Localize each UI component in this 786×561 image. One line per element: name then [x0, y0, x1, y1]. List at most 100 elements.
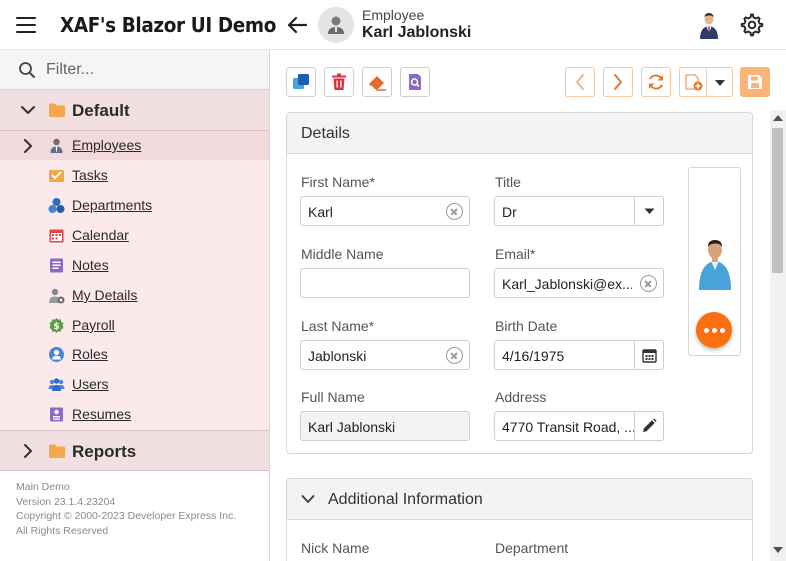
top-bar: XAF's Blazor UI Demo Employee Karl Jablo… [0, 0, 786, 50]
person-icon [328, 16, 344, 34]
first-name-label: First Name* [301, 174, 375, 190]
chevron-down-icon [644, 208, 654, 214]
address-field[interactable]: 4770 Transit Road, ... [494, 411, 664, 441]
reset-icon [369, 76, 386, 91]
main-scrollbar[interactable] [770, 110, 786, 561]
nav-filter-bar [0, 50, 269, 90]
nav-item-list: Employees Tasks Departments Calendar Not… [0, 131, 269, 430]
middle-name-field[interactable] [300, 268, 470, 298]
nav-item-my-details[interactable]: My Details [0, 281, 269, 310]
chevron-right-icon [614, 74, 622, 90]
full-name-field: Karl Jablonski [300, 411, 470, 441]
email-field[interactable]: Karl_Jablonski@ex... [494, 268, 664, 298]
refresh-button[interactable] [641, 67, 671, 97]
full-name-label: Full Name [301, 389, 365, 405]
nav-item-label: Roles [72, 346, 108, 362]
about-line: Copyright © 2000-2023 Developer Express … [16, 510, 237, 522]
save-and-new-button[interactable] [679, 67, 733, 97]
clear-icon[interactable] [446, 347, 463, 364]
last-name-field[interactable]: Jablonski [300, 340, 470, 370]
nav-group-reports[interactable]: Reports [0, 430, 269, 471]
dropdown-button[interactable] [634, 197, 663, 225]
folder-icon [49, 103, 65, 117]
edit-address-button[interactable] [634, 412, 663, 440]
scroll-down-arrow-icon[interactable] [773, 547, 783, 554]
nav-item-roles[interactable]: Roles [0, 340, 269, 369]
nav-group-label: Default [72, 101, 130, 120]
next-record-button[interactable] [603, 67, 633, 97]
nav-group-default[interactable]: Default [0, 90, 269, 131]
hamburger-menu-icon[interactable] [16, 17, 36, 33]
first-name-field[interactable]: Karl [300, 196, 470, 226]
title-label: Title [495, 174, 521, 190]
reset-changes-button[interactable] [362, 67, 392, 97]
nav-filter-input[interactable] [46, 58, 256, 82]
chevron-down-icon [21, 106, 35, 114]
nav-item-calendar[interactable]: Calendar [0, 221, 269, 250]
current-user-avatar[interactable] [697, 11, 721, 39]
preview-button[interactable] [400, 67, 430, 97]
nav-item-label: Notes [72, 257, 109, 273]
nav-group-label: Reports [72, 442, 137, 461]
nav-item-departments[interactable]: Departments [0, 191, 269, 220]
full-name-value: Karl Jablonski [308, 419, 396, 435]
delete-button[interactable] [324, 67, 354, 97]
folder-icon [49, 444, 65, 458]
nav-item-employees[interactable]: Employees [0, 131, 269, 160]
nav-item-users[interactable]: Users [0, 370, 269, 399]
calendar-icon [49, 229, 64, 243]
about-info: Main Demo Version 23.1.4.23204 Copyright… [16, 480, 236, 538]
nav-item-payroll[interactable]: $ Payroll [0, 311, 269, 340]
resumes-icon [50, 407, 63, 422]
save-button[interactable] [740, 67, 770, 97]
settings-gear-icon[interactable] [740, 13, 764, 37]
navigation-sidebar: Default Employees Tasks [0, 50, 270, 561]
notes-icon [50, 258, 63, 273]
about-line: Version 23.1.4.23204 [16, 495, 116, 508]
departments-icon [48, 198, 65, 213]
preview-icon [409, 74, 421, 90]
title-value: Dr [502, 204, 517, 220]
roles-icon [49, 347, 64, 362]
scroll-up-arrow-icon[interactable] [773, 114, 783, 121]
back-arrow-icon[interactable] [286, 14, 308, 36]
refresh-icon [649, 74, 663, 90]
about-line: Main Demo [16, 481, 70, 493]
chevron-left-icon [576, 74, 584, 90]
new-button[interactable] [286, 67, 316, 97]
nav-item-tasks[interactable]: Tasks [0, 161, 269, 190]
nav-item-resumes[interactable]: Resumes [0, 400, 269, 429]
app-window: XAF's Blazor UI Demo Employee Karl Jablo… [0, 0, 786, 561]
nav-item-label: Payroll [72, 317, 115, 333]
photo-editor [688, 167, 741, 356]
first-name-value: Karl [308, 204, 333, 220]
nav-item-label: Tasks [72, 167, 108, 183]
nav-item-label: Users [72, 376, 109, 392]
additional-info-title: Additional Information [328, 491, 483, 508]
additional-info-panel: Additional Information Nick Name Departm… [286, 478, 753, 561]
title-select[interactable]: Dr [494, 196, 664, 226]
scrollbar-thumb[interactable] [772, 128, 783, 273]
chevron-down-icon [301, 495, 315, 503]
department-label: Department [495, 540, 569, 556]
clear-icon[interactable] [640, 275, 657, 292]
detail-view: Details First Name* Karl Middle Name Las… [271, 50, 786, 561]
calendar-button[interactable] [634, 341, 663, 369]
previous-record-button[interactable] [565, 67, 595, 97]
more-actions-button[interactable] [696, 312, 732, 348]
birth-date-field[interactable]: 4/16/1975 [494, 340, 664, 370]
dropdown-arrow-icon[interactable] [714, 79, 726, 87]
additional-info-header[interactable]: Additional Information [287, 479, 752, 520]
dropdown-divider [706, 68, 707, 96]
email-label: Email* [495, 246, 536, 262]
nav-item-label: Employees [72, 137, 142, 153]
middle-name-label: Middle Name [301, 246, 384, 262]
new-icon [293, 74, 309, 89]
last-name-label: Last Name* [301, 318, 375, 334]
object-name-label: Karl Jablonski [362, 24, 472, 41]
object-type-label: Employee [362, 7, 425, 23]
nav-item-notes[interactable]: Notes [0, 251, 269, 280]
clear-icon[interactable] [446, 203, 463, 220]
nav-item-label: Calendar [72, 227, 129, 243]
employee-icon [50, 138, 63, 153]
